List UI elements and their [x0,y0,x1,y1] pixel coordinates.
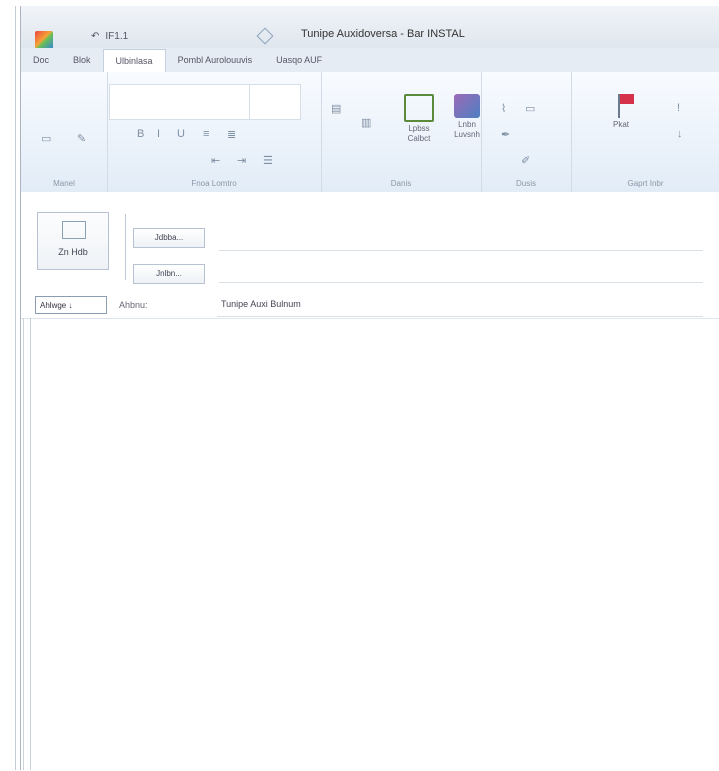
window-title: Tunipe Auxidoversa - Bar INSTAL [301,28,465,40]
group-include: ⌇ ▭ ✒ ✐ Dusis [481,72,572,192]
group-label-tags: Gaprt Inbr [627,179,664,188]
format-painter-icon[interactable]: ✎ [77,132,86,145]
pen-icon[interactable]: ✐ [521,154,530,167]
paste-icon[interactable]: ▭ [41,132,51,145]
account-selector[interactable]: Ahlwge ↓ [35,296,107,314]
outer-window-border [15,6,16,770]
title-bar: ↶ IF1.1 Tunipe Auxidoversa - Bar INSTAL [21,6,719,49]
subject-underline [217,316,703,317]
outlook-app-icon[interactable] [35,31,53,49]
envelope-icon [62,221,86,239]
tab-review[interactable]: Uasqo AUF [264,48,334,72]
address-book-button[interactable]: Lpbss Calbct [397,90,441,160]
increase-indent-icon[interactable]: ⇥ [237,154,246,167]
align-icon[interactable]: ☰ [263,154,273,167]
decrease-indent-icon[interactable]: ⇤ [211,154,220,167]
undo-icon[interactable]: ↶ [91,31,99,42]
italic-icon[interactable]: I [157,128,160,140]
cc-field[interactable] [219,282,703,283]
ribbon: ▭ ✎ Manel B I U ≡ ≣ ⇤ ⇥ ☰ Fnoa Lomtro Lp… [21,72,719,193]
ribbon-tabs: Doc Blok Ulbinlasa Pombl Aurolouuvis Uas… [21,48,719,73]
message-header: Zn Hdb Jdbba... Jnlbn... Ahlwge ↓ Ahbnu:… [21,192,719,317]
signature-line-icon[interactable]: ✒ [501,128,510,141]
follow-up-label: Pkat [612,120,629,129]
tab-file[interactable]: Doc [21,48,61,72]
address-book-label: Lpbss Calbct [407,124,431,143]
send-button[interactable]: Zn Hdb [37,212,109,270]
paperclip-icon[interactable]: ⌇ [501,102,506,115]
group-clipboard: ▭ ✎ Manel [21,72,108,192]
underline-icon[interactable]: U [177,128,185,140]
group-label-include: Dusis [515,179,536,188]
group-basic-text: B I U ≡ ≣ ⇤ ⇥ ☰ Fnoa Lomtro [107,72,322,192]
numbering-icon[interactable]: ≣ [227,128,236,141]
tab-format-text[interactable]: Pombl Aurolouuvis [166,48,265,72]
address-book-icon [404,94,434,122]
low-importance-icon[interactable]: ↓ [677,128,683,140]
group-tags: Pkat ! ↓ Gaprt Inbr [571,72,719,192]
cc-button[interactable]: Jnlbn... [133,264,205,284]
left-scroll-rail [23,318,31,770]
quick-access-toolbar: ↶ IF1.1 [91,28,128,44]
flag-icon [608,94,634,118]
tab-options[interactable]: Ulbinlasa [102,48,166,72]
to-button[interactable]: Jdbba... [133,228,205,248]
check-names-icon [454,94,480,118]
bold-icon[interactable]: B [137,128,144,140]
send-label: Zn Hdb [58,247,88,257]
diamond-icon [256,27,274,45]
tab-insert[interactable]: Blok [61,48,103,72]
bullets-icon[interactable]: ≡ [203,128,209,140]
follow-up-button[interactable]: Pkat [599,90,643,160]
group-label-clipboard: Manel [53,179,75,188]
signature-icon[interactable]: ▥ [361,116,371,129]
group-label-names: Danis [390,179,412,188]
group-names: Lpbss Calbct Lnbn Luvsnh ▤ ▥ Danis [321,72,482,192]
header-divider [125,214,126,280]
qat-item[interactable]: IF1.1 [105,31,128,42]
attach-icon[interactable]: ▤ [331,102,341,115]
font-size-box[interactable] [249,84,301,120]
compose-window: ↶ IF1.1 Tunipe Auxidoversa - Bar INSTAL … [20,6,719,771]
subject-input[interactable]: Tunipe Auxi Bulnum [221,299,301,309]
subject-label: Ahbnu: [119,300,148,310]
group-label-basic-text: Fnoa Lomtro [191,179,237,188]
attach-item-icon[interactable]: ▭ [525,102,535,115]
high-importance-icon[interactable]: ! [677,102,680,114]
to-field[interactable] [219,250,703,251]
message-body[interactable] [21,318,719,771]
font-name-box[interactable] [109,84,251,120]
